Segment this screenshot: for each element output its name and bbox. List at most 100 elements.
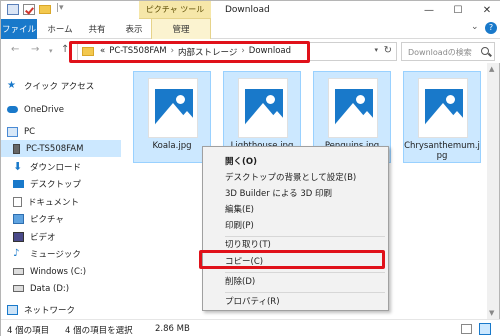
menu-item-copy[interactable]: コピー(C) [203, 253, 388, 269]
search-icon [481, 47, 489, 55]
tab-home[interactable]: ホーム [45, 19, 75, 39]
nav-item-onedrive[interactable]: OneDrive [1, 101, 121, 118]
breadcrumb: « PC-TS508FAM › 内部ストレージ › Download [100, 46, 291, 58]
image-file-icon [418, 78, 468, 138]
quick-properties-icon[interactable] [23, 4, 35, 15]
network-icon [7, 304, 18, 315]
menu-item-cut[interactable]: 切り取り(T) [203, 236, 388, 252]
nav-item-device[interactable]: PC-TS508FAM [1, 140, 121, 157]
file-item-koala[interactable]: Koala.jpg [133, 71, 211, 163]
nav-item-label: ネットワーク [24, 305, 76, 316]
nav-item-label: Windows (C:) [30, 266, 87, 277]
selected-count: 4 個の項目を選択 [65, 326, 133, 336]
nav-item-label: ダウンロード [30, 162, 82, 173]
breadcrumb-download[interactable]: Download [249, 46, 291, 58]
drive-icon [13, 268, 24, 275]
tab-share[interactable]: 共有 [83, 19, 111, 39]
nav-item-label: OneDrive [24, 104, 64, 115]
breadcrumb-pc[interactable]: PC-TS508FAM [109, 46, 166, 58]
address-dropdown-icon[interactable]: ▾ [374, 46, 378, 54]
minimize-button[interactable]: — [415, 1, 443, 19]
image-file-icon [148, 78, 198, 138]
nav-item-desktop[interactable]: デスクトップ [1, 175, 121, 192]
quick-access-customize[interactable]: |▾ [56, 3, 64, 13]
image-file-icon [328, 78, 378, 138]
close-button[interactable]: ✕ [473, 1, 500, 19]
menu-item-properties[interactable]: プロパティ(R) [203, 293, 388, 309]
search-box[interactable]: Downloadの検索 [401, 42, 495, 61]
explorer-window: |▾ ピクチャ ツール Download — ☐ ✕ ファイル ホーム 共有 表… [0, 0, 500, 336]
context-menu: 開く(O) デスクトップの背景として設定(B) 3D Builder による 3… [202, 146, 389, 311]
window-title: Download [225, 5, 270, 15]
quick-save-icon[interactable] [7, 4, 19, 15]
music-icon: ♪ [13, 247, 20, 259]
nav-item-quick-access[interactable]: ★ クイック アクセス [1, 77, 121, 94]
ribbon-expand-icon[interactable]: ⌄ [471, 22, 479, 32]
nav-item-downloads[interactable]: ⬇ ダウンロード [1, 158, 121, 175]
document-icon [13, 196, 22, 207]
ribbon-tabs: ファイル ホーム 共有 表示 管理 ⌄ ? [1, 19, 500, 39]
menu-item-open[interactable]: 開く(O) [203, 153, 388, 169]
drive-icon [13, 285, 24, 292]
menu-item-set-background[interactable]: デスクトップの背景として設定(B) [203, 169, 388, 185]
file-name: Chrysanthemum.jpg [404, 141, 480, 161]
menu-item-delete[interactable]: 削除(D) [203, 273, 388, 289]
nav-item-label: ピクチャ [30, 214, 64, 225]
menu-item-3d-print[interactable]: 3D Builder による 3D 印刷 [203, 185, 388, 201]
desktop-icon [13, 179, 24, 188]
breadcrumb-internal-storage[interactable]: 内部ストレージ [178, 46, 237, 58]
nav-item-network[interactable]: ネットワーク [1, 301, 121, 318]
folder-icon [82, 47, 94, 56]
nav-item-label: ドキュメント [28, 197, 80, 208]
search-placeholder: Downloadの検索 [408, 48, 472, 57]
phone-icon [13, 143, 20, 154]
nav-item-videos[interactable]: ビデオ [1, 228, 121, 245]
help-icon[interactable]: ? [485, 22, 497, 34]
video-icon [13, 231, 24, 242]
nav-item-documents[interactable]: ドキュメント [1, 193, 121, 210]
nav-item-label: ビデオ [30, 232, 56, 243]
nav-item-label: Data (D:) [30, 283, 70, 294]
tab-view[interactable]: 表示 [119, 19, 149, 39]
download-icon: ⬇ [13, 159, 23, 173]
tab-file[interactable]: ファイル [1, 19, 37, 39]
navigation-pane: ★ クイック アクセス OneDrive PC PC-TS508FAM ⬇ ダウ… [1, 63, 121, 319]
pictures-icon [13, 213, 24, 224]
cloud-icon [7, 106, 18, 113]
quick-new-folder-icon[interactable] [39, 5, 51, 14]
nav-item-label: クイック アクセス [24, 81, 95, 92]
title-bar: |▾ ピクチャ ツール Download — ☐ ✕ [1, 1, 500, 19]
details-view-icon[interactable] [461, 324, 472, 334]
up-icon[interactable]: ↑ [61, 44, 69, 55]
vertical-scrollbar[interactable]: ▲ ▼ [487, 63, 499, 319]
star-icon: ★ [7, 79, 16, 91]
nav-item-music[interactable]: ♪ ミュージック [1, 245, 121, 262]
nav-item-pc[interactable]: PC [1, 123, 121, 140]
item-count: 4 個の項目 [7, 326, 50, 336]
address-bar[interactable]: « PC-TS508FAM › 内部ストレージ › Download ▾ ↻ [77, 42, 397, 61]
maximize-button[interactable]: ☐ [444, 1, 472, 19]
nav-item-label: デスクトップ [30, 179, 82, 190]
nav-item-drive-d[interactable]: Data (D:) [1, 280, 121, 297]
breadcrumb-separator[interactable]: › [241, 46, 244, 58]
selected-size: 2.86 MB [155, 324, 190, 334]
nav-item-label: PC-TS508FAM [26, 143, 84, 154]
breadcrumb-separator[interactable]: › [171, 46, 174, 58]
menu-item-edit[interactable]: 編集(E) [203, 201, 388, 217]
nav-item-drive-c[interactable]: Windows (C:) [1, 263, 121, 280]
file-item-chrysanthemum[interactable]: Chrysanthemum.jpg [403, 71, 481, 163]
breadcrumb-overflow[interactable]: « [100, 46, 105, 58]
tab-manage[interactable]: 管理 [151, 19, 211, 39]
scroll-up-icon[interactable]: ▲ [489, 65, 494, 73]
back-icon[interactable]: ← [11, 44, 19, 55]
nav-item-pictures[interactable]: ピクチャ [1, 210, 121, 227]
file-name: Koala.jpg [152, 141, 192, 151]
large-icons-view-icon[interactable] [479, 323, 491, 335]
nav-item-label: PC [24, 126, 36, 137]
scroll-down-icon[interactable]: ▼ [489, 309, 494, 317]
forward-icon[interactable]: → [31, 44, 39, 55]
refresh-icon[interactable]: ↻ [384, 45, 392, 56]
recent-locations-icon[interactable]: ▾ [49, 47, 53, 55]
nav-item-label: ミュージック [30, 249, 81, 260]
menu-item-print[interactable]: 印刷(P) [203, 217, 388, 233]
